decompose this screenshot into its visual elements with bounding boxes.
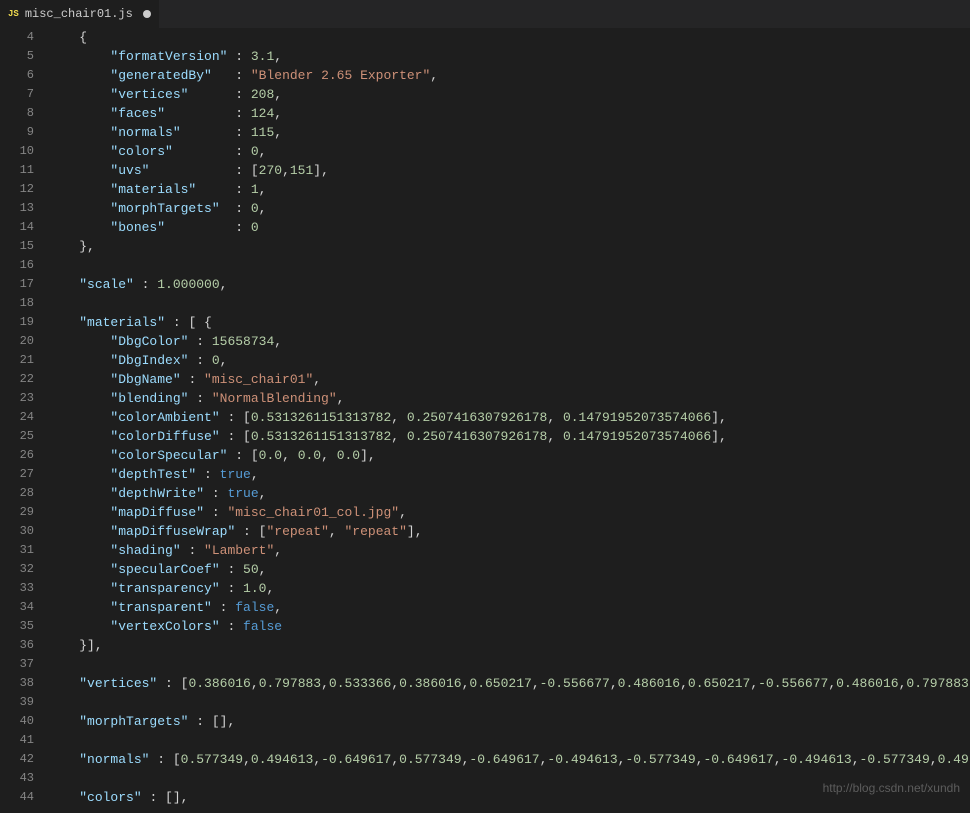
code-line: "shading" : "Lambert", xyxy=(48,541,970,560)
line-number: 9 xyxy=(0,123,34,142)
line-number: 21 xyxy=(0,351,34,370)
line-number: 22 xyxy=(0,370,34,389)
line-number: 8 xyxy=(0,104,34,123)
line-number: 14 xyxy=(0,218,34,237)
line-number: 36 xyxy=(0,636,34,655)
code-line: "uvs" : [270,151], xyxy=(48,161,970,180)
code-line: "materials" : [ { xyxy=(48,313,970,332)
line-number: 24 xyxy=(0,408,34,427)
unsaved-dot-icon xyxy=(143,10,151,18)
code-line: "morphTargets" : [], xyxy=(48,712,970,731)
code-line: "transparency" : 1.0, xyxy=(48,579,970,598)
line-number: 23 xyxy=(0,389,34,408)
code-line: }, xyxy=(48,237,970,256)
line-number: 17 xyxy=(0,275,34,294)
line-number: 7 xyxy=(0,85,34,104)
code-line: "normals" : 115, xyxy=(48,123,970,142)
code-line: "bones" : 0 xyxy=(48,218,970,237)
code-line: "transparent" : false, xyxy=(48,598,970,617)
code-line: "faces" : 124, xyxy=(48,104,970,123)
code-line: }], xyxy=(48,636,970,655)
line-number: 13 xyxy=(0,199,34,218)
line-number: 12 xyxy=(0,180,34,199)
line-number: 34 xyxy=(0,598,34,617)
code-line: "depthWrite" : true, xyxy=(48,484,970,503)
line-number: 37 xyxy=(0,655,34,674)
line-number: 43 xyxy=(0,769,34,788)
code-line: "generatedBy" : "Blender 2.65 Exporter", xyxy=(48,66,970,85)
line-number: 5 xyxy=(0,47,34,66)
line-number: 28 xyxy=(0,484,34,503)
line-number: 32 xyxy=(0,560,34,579)
line-number: 20 xyxy=(0,332,34,351)
code-line: "vertices" : [0.386016,0.797883,0.533366… xyxy=(48,674,970,693)
code-line: "colors" : 0, xyxy=(48,142,970,161)
line-number: 25 xyxy=(0,427,34,446)
watermark-text: http://blog.csdn.net/xundh xyxy=(823,781,960,795)
code-line: "vertexColors" : false xyxy=(48,617,970,636)
code-line: "scale" : 1.000000, xyxy=(48,275,970,294)
code-line: "materials" : 1, xyxy=(48,180,970,199)
line-number: 4 xyxy=(0,28,34,47)
code-line: "formatVersion" : 3.1, xyxy=(48,47,970,66)
code-line: "DbgColor" : 15658734, xyxy=(48,332,970,351)
code-line: "colorAmbient" : [0.5313261151313782, 0.… xyxy=(48,408,970,427)
line-number-gutter: 4567891011121314151617181920212223242526… xyxy=(0,28,48,813)
line-number: 30 xyxy=(0,522,34,541)
code-area[interactable]: { "formatVersion" : 3.1, "generatedBy" :… xyxy=(48,28,970,813)
code-line: "DbgIndex" : 0, xyxy=(48,351,970,370)
js-file-icon: JS xyxy=(8,9,19,19)
code-line: { xyxy=(48,28,970,47)
code-line: "mapDiffuse" : "misc_chair01_col.jpg", xyxy=(48,503,970,522)
code-line: "morphTargets" : 0, xyxy=(48,199,970,218)
line-number: 29 xyxy=(0,503,34,522)
line-number: 27 xyxy=(0,465,34,484)
editor[interactable]: 4567891011121314151617181920212223242526… xyxy=(0,28,970,813)
line-number: 10 xyxy=(0,142,34,161)
line-number: 26 xyxy=(0,446,34,465)
code-line: "colorDiffuse" : [0.5313261151313782, 0.… xyxy=(48,427,970,446)
code-line: "DbgName" : "misc_chair01", xyxy=(48,370,970,389)
line-number: 42 xyxy=(0,750,34,769)
line-number: 15 xyxy=(0,237,34,256)
tab-bar: JS misc_chair01.js xyxy=(0,0,970,28)
line-number: 11 xyxy=(0,161,34,180)
code-line: "depthTest" : true, xyxy=(48,465,970,484)
line-number: 38 xyxy=(0,674,34,693)
line-number: 33 xyxy=(0,579,34,598)
line-number: 19 xyxy=(0,313,34,332)
code-line: "blending" : "NormalBlending", xyxy=(48,389,970,408)
line-number: 41 xyxy=(0,731,34,750)
code-line: "normals" : [0.577349,0.494613,-0.649617… xyxy=(48,750,970,769)
code-line: "specularCoef" : 50, xyxy=(48,560,970,579)
line-number: 31 xyxy=(0,541,34,560)
code-line xyxy=(48,294,970,313)
code-line xyxy=(48,693,970,712)
line-number: 39 xyxy=(0,693,34,712)
line-number: 40 xyxy=(0,712,34,731)
tab-filename: misc_chair01.js xyxy=(25,7,133,21)
line-number: 18 xyxy=(0,294,34,313)
code-line: "colorSpecular" : [0.0, 0.0, 0.0], xyxy=(48,446,970,465)
code-line xyxy=(48,731,970,750)
line-number: 16 xyxy=(0,256,34,275)
code-line: "mapDiffuseWrap" : ["repeat", "repeat"], xyxy=(48,522,970,541)
code-line xyxy=(48,256,970,275)
line-number: 35 xyxy=(0,617,34,636)
code-line xyxy=(48,655,970,674)
file-tab[interactable]: JS misc_chair01.js xyxy=(0,0,159,28)
line-number: 44 xyxy=(0,788,34,807)
line-number: 6 xyxy=(0,66,34,85)
code-line: "vertices" : 208, xyxy=(48,85,970,104)
